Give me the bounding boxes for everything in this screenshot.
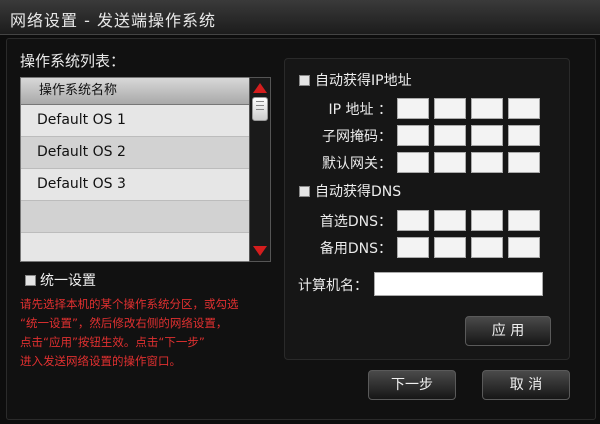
cancel-button[interactable]: 取 消	[482, 370, 570, 400]
dns1-octet-3-input[interactable]	[471, 210, 503, 231]
note-line: 请先选择本机的某个操作系统分区，或勾选	[20, 297, 239, 311]
gateway-octet-4-input[interactable]	[508, 152, 540, 173]
dns1-octet-4-input[interactable]	[508, 210, 540, 231]
gateway-octet-3-input[interactable]	[471, 152, 503, 173]
unified-settings-label: 统一设置	[40, 273, 96, 289]
list-item[interactable]: Default OS 2	[21, 137, 249, 169]
dns2-octet-2-input[interactable]	[434, 237, 466, 258]
auto-ip-label: 自动获得IP地址	[315, 73, 412, 89]
ip-octet-3-input[interactable]	[471, 98, 503, 119]
note-line: 点击“应用”按钮生效。点击“下一步”	[20, 335, 205, 349]
dns1-octet-2-input[interactable]	[434, 210, 466, 231]
os-list-header[interactable]: 操作系统名称	[21, 78, 249, 105]
list-item[interactable]: Default OS 3	[21, 169, 249, 201]
scroll-down-arrow-icon[interactable]	[253, 246, 267, 256]
alternate-dns-label: 备用DNS：	[319, 241, 392, 257]
ip-octet-4-input[interactable]	[508, 98, 540, 119]
note-line: 进入发送网络设置的操作窗口。	[20, 354, 181, 368]
os-list-label: 操作系统列表：	[20, 52, 126, 70]
mask-octet-1-input[interactable]	[397, 125, 429, 146]
mask-octet-3-input[interactable]	[471, 125, 503, 146]
computer-name-label: 计算机名：	[298, 278, 368, 294]
subnet-mask-label: 子网掩码：	[322, 129, 392, 145]
dns1-octet-1-input[interactable]	[397, 210, 429, 231]
ip-address-label: IP 地址 ：	[328, 102, 392, 118]
ip-octet-2-input[interactable]	[434, 98, 466, 119]
gateway-octet-2-input[interactable]	[434, 152, 466, 173]
computer-name-input[interactable]	[374, 272, 543, 296]
window-title: 网络设置 - 发送端操作系统	[10, 11, 216, 30]
list-item[interactable]: Default OS 1	[21, 105, 249, 137]
scroll-up-arrow-icon[interactable]	[253, 83, 267, 93]
ip-octet-1-input[interactable]	[397, 98, 429, 119]
mask-octet-4-input[interactable]	[508, 125, 540, 146]
list-item-empty[interactable]	[21, 233, 249, 261]
mask-octet-2-input[interactable]	[434, 125, 466, 146]
auto-ip-checkbox[interactable]	[299, 75, 310, 86]
dns2-octet-3-input[interactable]	[471, 237, 503, 258]
title-bar: 网络设置 - 发送端操作系统	[0, 0, 600, 35]
gateway-label: 默认网关：	[322, 156, 392, 172]
preferred-dns-label: 首选DNS：	[319, 214, 392, 230]
gateway-octet-1-input[interactable]	[397, 152, 429, 173]
dns2-octet-1-input[interactable]	[397, 237, 429, 258]
note-line: “统一设置”，然后修改右侧的网络设置，	[20, 316, 228, 330]
network-settings-window: 网络设置 - 发送端操作系统 操作系统列表： 操作系统名称 Default OS…	[0, 0, 600, 424]
scroll-thumb[interactable]	[252, 97, 268, 121]
instruction-note: 请先选择本机的某个操作系统分区，或勾选 “统一设置”，然后修改右侧的网络设置， …	[20, 295, 270, 371]
list-item-empty[interactable]	[21, 201, 249, 233]
os-list-scrollbar[interactable]	[249, 77, 271, 262]
auto-dns-checkbox[interactable]	[299, 186, 310, 197]
unified-settings-checkbox[interactable]	[25, 275, 36, 286]
auto-dns-label: 自动获得DNS	[315, 184, 402, 200]
apply-button[interactable]: 应 用	[465, 316, 551, 346]
next-button[interactable]: 下一步	[368, 370, 456, 400]
os-list[interactable]: 操作系统名称 Default OS 1 Default OS 2 Default…	[20, 77, 250, 262]
dns2-octet-4-input[interactable]	[508, 237, 540, 258]
